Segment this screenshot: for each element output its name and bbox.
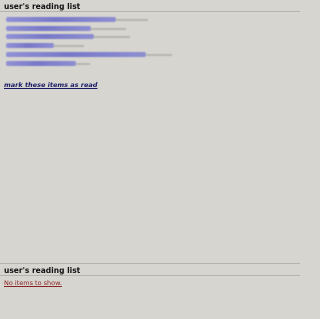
item-link[interactable]: [6, 17, 116, 22]
title-divider: [0, 11, 300, 12]
bottom-title-divider: [0, 275, 300, 276]
item-meta: [94, 36, 130, 38]
reading-list-title: user's reading list: [4, 2, 81, 11]
item-meta: [146, 54, 172, 56]
mark-read-link[interactable]: mark these items as read: [4, 81, 97, 89]
item-link[interactable]: [6, 43, 54, 48]
item-meta: [76, 63, 90, 65]
item-meta: [54, 45, 84, 47]
item-link[interactable]: [6, 61, 76, 66]
list-item[interactable]: [6, 34, 131, 40]
list-item[interactable]: [6, 61, 91, 67]
item-link[interactable]: [6, 52, 146, 57]
list-item[interactable]: [6, 17, 148, 23]
item-meta: [116, 19, 148, 21]
reading-list-bottom-title: user's reading list: [4, 266, 81, 275]
list-item[interactable]: [6, 52, 172, 58]
list-item[interactable]: [6, 26, 126, 32]
no-items-link[interactable]: No items to show.: [4, 279, 62, 287]
item-meta: [91, 28, 126, 30]
item-link[interactable]: [6, 26, 91, 31]
item-link[interactable]: [6, 34, 94, 39]
section-divider: [0, 263, 300, 264]
list-item[interactable]: [6, 43, 86, 49]
